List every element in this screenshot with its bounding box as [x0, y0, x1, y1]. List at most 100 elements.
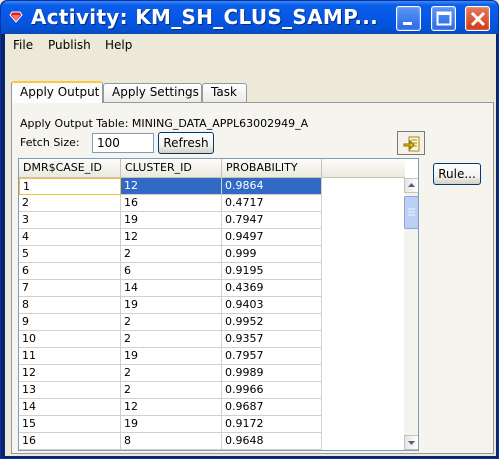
cell-cluster-id[interactable]: 8 — [121, 433, 222, 450]
title-bar[interactable]: Activity: KM_SH_CLUS_SAMP... — [1, 1, 498, 34]
menu-publish[interactable]: Publish — [48, 38, 91, 52]
cell-probability[interactable]: 0.9648 — [222, 433, 322, 450]
scrollbar-thumb[interactable] — [404, 196, 418, 229]
minimize-icon — [403, 22, 412, 25]
close-button[interactable] — [465, 6, 490, 31]
maximize-icon — [436, 11, 452, 26]
cell-cluster-id[interactable]: 14 — [121, 280, 222, 297]
cell-case-id[interactable]: 11 — [19, 348, 121, 365]
cell-cluster-id[interactable]: 2 — [121, 331, 222, 348]
cell-probability[interactable]: 0.9357 — [222, 331, 322, 348]
scroll-down-button[interactable] — [404, 435, 418, 450]
cell-cluster-id[interactable]: 16 — [121, 195, 222, 212]
cell-case-id[interactable]: 5 — [19, 246, 121, 263]
table-row[interactable]: 1 12 0.9864 — [19, 178, 322, 195]
cell-cluster-id[interactable]: 19 — [121, 416, 222, 433]
cell-cluster-id[interactable]: 2 — [121, 314, 222, 331]
table-row[interactable]: 13 2 0.9966 — [19, 382, 322, 399]
cell-case-id[interactable]: 12 — [19, 365, 121, 382]
table-row[interactable]: 7 14 0.4369 — [19, 280, 322, 297]
table-row[interactable]: 15 19 0.9172 — [19, 416, 322, 433]
scroll-down-icon — [408, 441, 415, 445]
cell-probability[interactable]: 0.9497 — [222, 229, 322, 246]
table-row[interactable]: 14 12 0.9687 — [19, 399, 322, 416]
cell-probability[interactable]: 0.7957 — [222, 348, 322, 365]
close-icon — [470, 11, 486, 27]
cell-case-id[interactable]: 6 — [19, 263, 121, 280]
export-icon — [403, 136, 420, 152]
table-row[interactable]: 3 19 0.7947 — [19, 212, 322, 229]
minimize-button[interactable] — [396, 6, 421, 31]
cell-probability[interactable]: 0.9195 — [222, 263, 322, 280]
apply-output-table[interactable]: DMR$CASE_ID CLUSTER_ID PROBABILITY 1 12 0.… — [18, 158, 419, 451]
cell-probability[interactable]: 0.9172 — [222, 416, 322, 433]
table-row[interactable]: 2 16 0.4717 — [19, 195, 322, 212]
cell-case-id[interactable]: 9 — [19, 314, 121, 331]
cell-case-id[interactable]: 1 — [19, 178, 121, 195]
cell-probability[interactable]: 0.9989 — [222, 365, 322, 382]
refresh-button[interactable]: Refresh — [158, 132, 214, 154]
cell-cluster-id[interactable]: 19 — [121, 297, 222, 314]
cell-case-id[interactable]: 4 — [19, 229, 121, 246]
cell-probability[interactable]: 0.9403 — [222, 297, 322, 314]
cell-case-id[interactable]: 14 — [19, 399, 121, 416]
table-row[interactable]: 11 19 0.7957 — [19, 348, 322, 365]
cell-cluster-id[interactable]: 12 — [121, 399, 222, 416]
table-row[interactable]: 4 12 0.9497 — [19, 229, 322, 246]
table-row[interactable]: 9 2 0.9952 — [19, 314, 322, 331]
fetch-size-label: Fetch Size: — [20, 136, 80, 149]
menu-help[interactable]: Help — [105, 38, 132, 52]
cell-probability[interactable]: 0.7947 — [222, 212, 322, 229]
menu-file[interactable]: File — [13, 38, 33, 52]
table-row[interactable]: 6 6 0.9195 — [19, 263, 322, 280]
menu-publish-label: Publish — [48, 38, 91, 52]
cell-cluster-id[interactable]: 19 — [121, 348, 222, 365]
cell-case-id[interactable]: 16 — [19, 433, 121, 450]
window-client: File Publish Help Apply Output Apply Set… — [5, 34, 496, 456]
tab-task[interactable]: Task — [202, 83, 247, 102]
cell-case-id[interactable]: 15 — [19, 416, 121, 433]
cell-cluster-id[interactable]: 12 — [121, 178, 222, 195]
cell-case-id[interactable]: 3 — [19, 212, 121, 229]
cell-probability[interactable]: 0.4717 — [222, 195, 322, 212]
cell-cluster-id[interactable]: 12 — [121, 229, 222, 246]
apply-output-table-label: Apply Output Table: MINING_DATA_APPL6300… — [20, 117, 309, 130]
cell-probability[interactable]: 0.9687 — [222, 399, 322, 416]
scroll-up-button[interactable] — [404, 178, 418, 193]
tab-apply-settings[interactable]: Apply Settings — [103, 83, 202, 102]
cell-case-id[interactable]: 13 — [19, 382, 121, 399]
scroll-up-icon — [408, 183, 415, 187]
column-header-probability[interactable]: PROBABILITY — [222, 159, 322, 178]
activity-window: Activity: KM_SH_CLUS_SAMP... File Publis… — [0, 0, 499, 459]
table-row[interactable]: 16 8 0.9648 — [19, 433, 322, 450]
window-title: Activity: KM_SH_CLUS_SAMP... — [31, 5, 379, 29]
cell-probability[interactable]: 0.9864 — [222, 178, 322, 195]
cell-cluster-id[interactable]: 2 — [121, 382, 222, 399]
table-row[interactable]: 10 2 0.9357 — [19, 331, 322, 348]
export-button[interactable] — [397, 131, 425, 155]
cell-case-id[interactable]: 7 — [19, 280, 121, 297]
tab-apply-output[interactable]: Apply Output — [11, 81, 103, 103]
cell-case-id[interactable]: 10 — [19, 331, 121, 348]
cell-case-id[interactable]: 2 — [19, 195, 121, 212]
cell-cluster-id[interactable]: 2 — [121, 246, 222, 263]
cell-cluster-id[interactable]: 19 — [121, 212, 222, 229]
cell-probability[interactable]: 0.9952 — [222, 314, 322, 331]
rule-button[interactable]: Rule... — [433, 163, 481, 185]
cell-probability[interactable]: 0.9966 — [222, 382, 322, 399]
cell-probability[interactable]: 0.999 — [222, 246, 322, 263]
vertical-scrollbar[interactable] — [404, 178, 418, 450]
table-row[interactable]: 12 2 0.9989 — [19, 365, 322, 382]
cell-cluster-id[interactable]: 2 — [121, 365, 222, 382]
table-header: DMR$CASE_ID CLUSTER_ID PROBABILITY — [19, 159, 405, 178]
cell-case-id[interactable]: 8 — [19, 297, 121, 314]
maximize-button[interactable] — [431, 6, 456, 31]
menu-help-label: Help — [105, 38, 133, 52]
table-row[interactable]: 5 2 0.999 — [19, 246, 322, 263]
table-row[interactable]: 8 19 0.9403 — [19, 297, 322, 314]
column-header-cluster-id[interactable]: CLUSTER_ID — [121, 159, 222, 178]
cell-cluster-id[interactable]: 6 — [121, 263, 222, 280]
column-header-case-id[interactable]: DMR$CASE_ID — [19, 159, 121, 178]
fetch-size-input[interactable] — [92, 133, 154, 153]
cell-probability[interactable]: 0.4369 — [222, 280, 322, 297]
